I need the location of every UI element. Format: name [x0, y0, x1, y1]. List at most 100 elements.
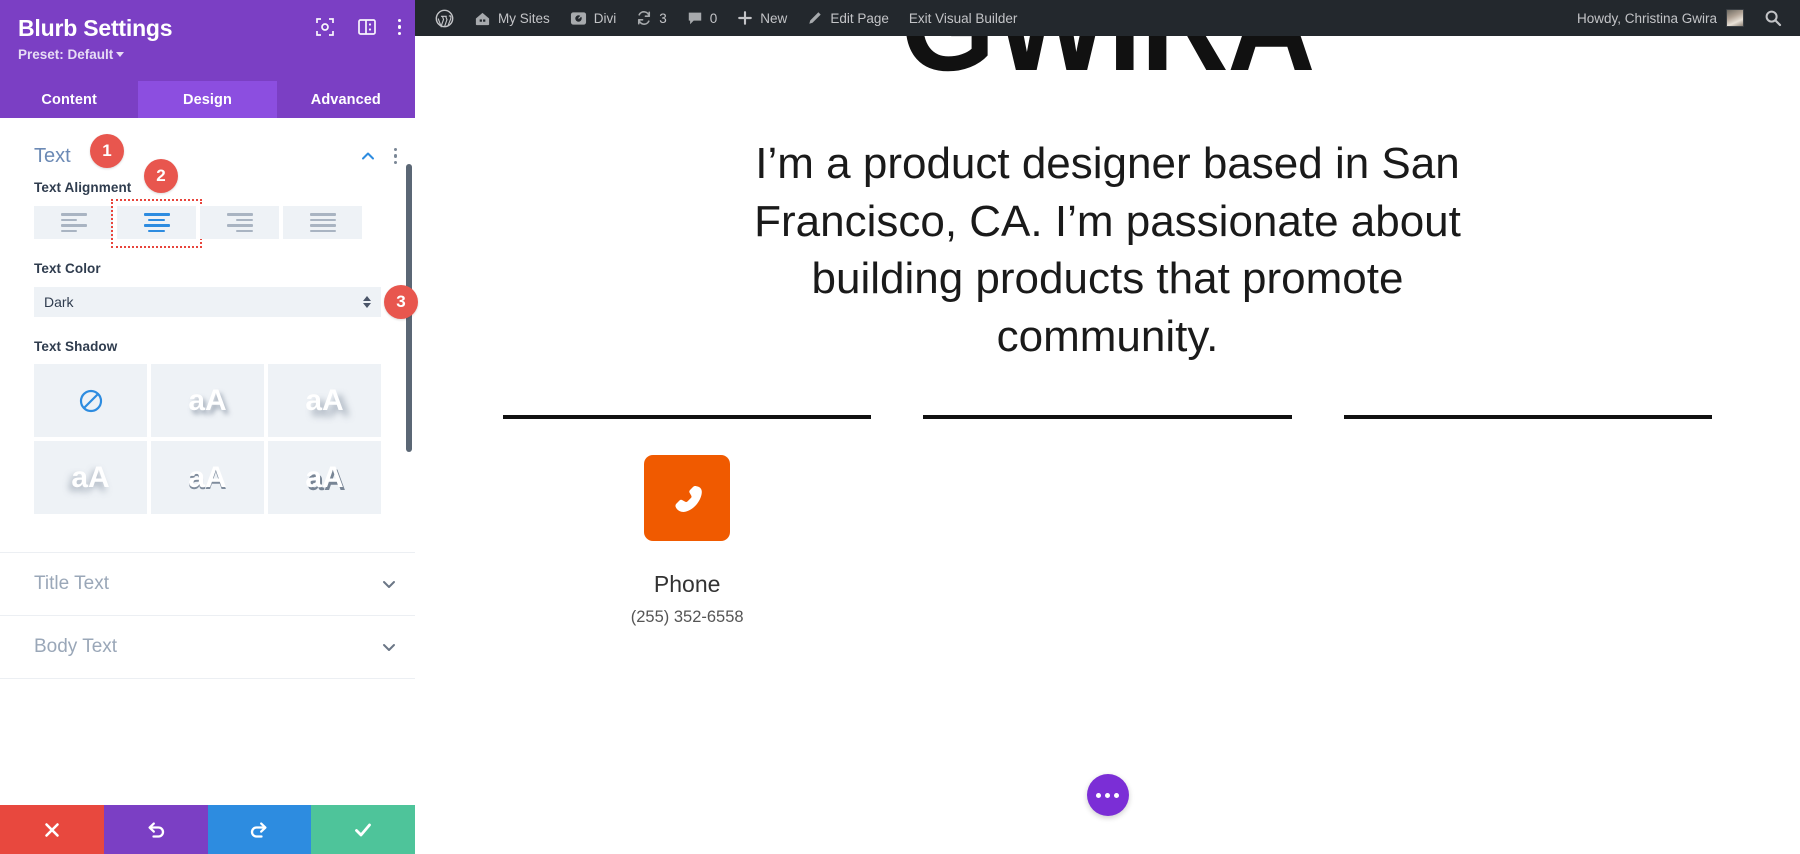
align-center-button[interactable] [111, 199, 202, 248]
section-title: Text [34, 144, 71, 167]
text-alignment-group [0, 199, 415, 248]
text-shadow-grid: aA aA aA aA aA [0, 364, 415, 514]
undo-icon [148, 821, 164, 838]
blurb-empty-2[interactable] [923, 419, 1291, 455]
chevron-down-icon [116, 51, 125, 57]
adminbar-updates-count: 3 [659, 10, 667, 26]
blurb-phone[interactable]: Phone (255) 352-6558 [503, 419, 871, 627]
text-color-label-row: Text Color [0, 261, 415, 276]
tab-advanced[interactable]: Advanced [277, 81, 415, 118]
chevron-down-icon [381, 576, 397, 592]
adminbar-new[interactable]: New [727, 0, 797, 36]
section-more-vertical-icon[interactable] [393, 147, 397, 165]
text-color-select[interactable]: Dark [34, 287, 381, 317]
text-shadow-sample-4: aA [188, 460, 227, 494]
select-spinner-icon [363, 296, 371, 308]
section-text[interactable]: Text [0, 118, 415, 172]
text-shadow-option-none[interactable] [34, 364, 147, 437]
accordion-title-text[interactable]: Title Text [0, 552, 415, 615]
text-shadow-option-5[interactable]: aA [268, 441, 381, 514]
align-justify-button[interactable] [283, 206, 362, 239]
adminbar-search[interactable] [1754, 0, 1792, 36]
wp-admin-bar: My Sites Divi 3 0 New Edit Page Exit Vis… [415, 0, 1800, 36]
adminbar-comments[interactable]: 0 [677, 0, 728, 36]
adminbar-edit-page[interactable]: Edit Page [797, 0, 899, 36]
blurb-column-1[interactable]: Phone (255) 352-6558 [503, 415, 872, 627]
adminbar-my-sites[interactable]: My Sites [464, 0, 560, 36]
pencil-icon [809, 12, 822, 24]
tab-design[interactable]: Design [138, 81, 277, 118]
adminbar-updates[interactable]: 3 [626, 0, 677, 36]
blurb-empty-3[interactable] [1344, 419, 1712, 455]
accordion-body-text[interactable]: Body Text [0, 615, 415, 678]
ellipsis-icon [1114, 792, 1119, 798]
accordion-next[interactable] [0, 678, 415, 741]
adminbar-wordpress-logo[interactable] [425, 0, 464, 36]
text-shadow-option-1[interactable]: aA [151, 364, 264, 437]
blurb-column-2[interactable] [923, 415, 1292, 627]
ellipsis-icon [1105, 792, 1110, 798]
close-icon [45, 822, 59, 837]
site-viewport: My Sites Divi 3 0 New Edit Page Exit Vis… [415, 0, 1800, 854]
adminbar-divi[interactable]: Divi [560, 0, 627, 36]
focus-target-icon[interactable] [314, 16, 336, 38]
adminbar-exit-visual-builder[interactable]: Exit Visual Builder [899, 0, 1028, 36]
align-center-icon [143, 213, 170, 232]
tab-content[interactable]: Content [0, 81, 138, 118]
updates-icon [638, 11, 651, 25]
accordion-body-text-label: Body Text [34, 636, 118, 657]
save-button[interactable] [311, 805, 415, 854]
text-shadow-label-row: Text Shadow [0, 339, 415, 354]
blurb-column-3[interactable] [1343, 415, 1712, 627]
blurb-text: (255) 352-6558 [630, 608, 744, 627]
check-icon [355, 823, 372, 836]
section-actions [360, 147, 397, 165]
panel-body: Text Text Alignment Text Color Dark Text… [0, 118, 415, 805]
align-right-icon [226, 213, 253, 232]
adminbar-exit-visual-builder-label: Exit Visual Builder [908, 10, 1018, 26]
panel-layout-icon[interactable] [356, 16, 378, 38]
wordpress-logo-icon [435, 9, 454, 28]
text-shadow-sample-1: aA [188, 383, 227, 417]
phone-icon [644, 455, 731, 542]
adminbar-divi-label: Divi [593, 10, 617, 26]
align-left-button[interactable] [34, 206, 113, 239]
adminbar-comments-count: 0 [709, 10, 718, 26]
more-vertical-icon[interactable] [397, 18, 401, 36]
preset-selector[interactable]: Preset: Default [18, 47, 397, 62]
text-shadow-option-4[interactable]: aA [151, 441, 264, 514]
redo-button[interactable] [207, 805, 312, 854]
redo-icon [251, 821, 267, 838]
adminbar-howdy-label: Howdy, Christina Gwira [1576, 10, 1717, 26]
chevron-up-icon[interactable] [360, 148, 376, 164]
align-right-button[interactable] [200, 206, 279, 239]
adminbar-my-sites-label: My Sites [498, 10, 550, 26]
text-shadow-option-3[interactable]: aA [34, 441, 147, 514]
panel-footer [0, 805, 415, 854]
panel-header: Blurb Settings Preset: Default [0, 0, 415, 81]
ellipsis-icon [1096, 792, 1101, 798]
more-options-fab[interactable] [1086, 774, 1129, 816]
hero-paragraph[interactable]: I’m a product designer based in San Fran… [698, 135, 1518, 366]
step-badge-3: 3 [384, 285, 418, 319]
blurb-title: Phone [653, 571, 721, 598]
text-shadow-sample-2: aA [305, 383, 344, 417]
sites-icon [475, 12, 490, 25]
comments-icon [688, 12, 702, 25]
divi-icon [570, 11, 586, 25]
no-shadow-icon [78, 388, 104, 414]
text-shadow-label: Text Shadow [34, 339, 118, 354]
text-shadow-option-2[interactable]: aA [268, 364, 381, 437]
adminbar-new-label: New [760, 10, 788, 26]
text-alignment-label: Text Alignment [34, 180, 132, 195]
adminbar-right: Howdy, Christina Gwira [1567, 0, 1792, 36]
undo-button[interactable] [103, 805, 208, 854]
chevron-down-icon [381, 639, 397, 655]
avatar [1726, 9, 1744, 27]
text-shadow-sample-5: aA [305, 460, 344, 494]
panel-header-actions [314, 16, 401, 38]
accordion-title-text-label: Title Text [34, 573, 109, 594]
cancel-button[interactable] [0, 805, 104, 854]
text-alignment-label-row: Text Alignment [0, 180, 415, 195]
adminbar-howdy[interactable]: Howdy, Christina Gwira [1567, 0, 1754, 36]
